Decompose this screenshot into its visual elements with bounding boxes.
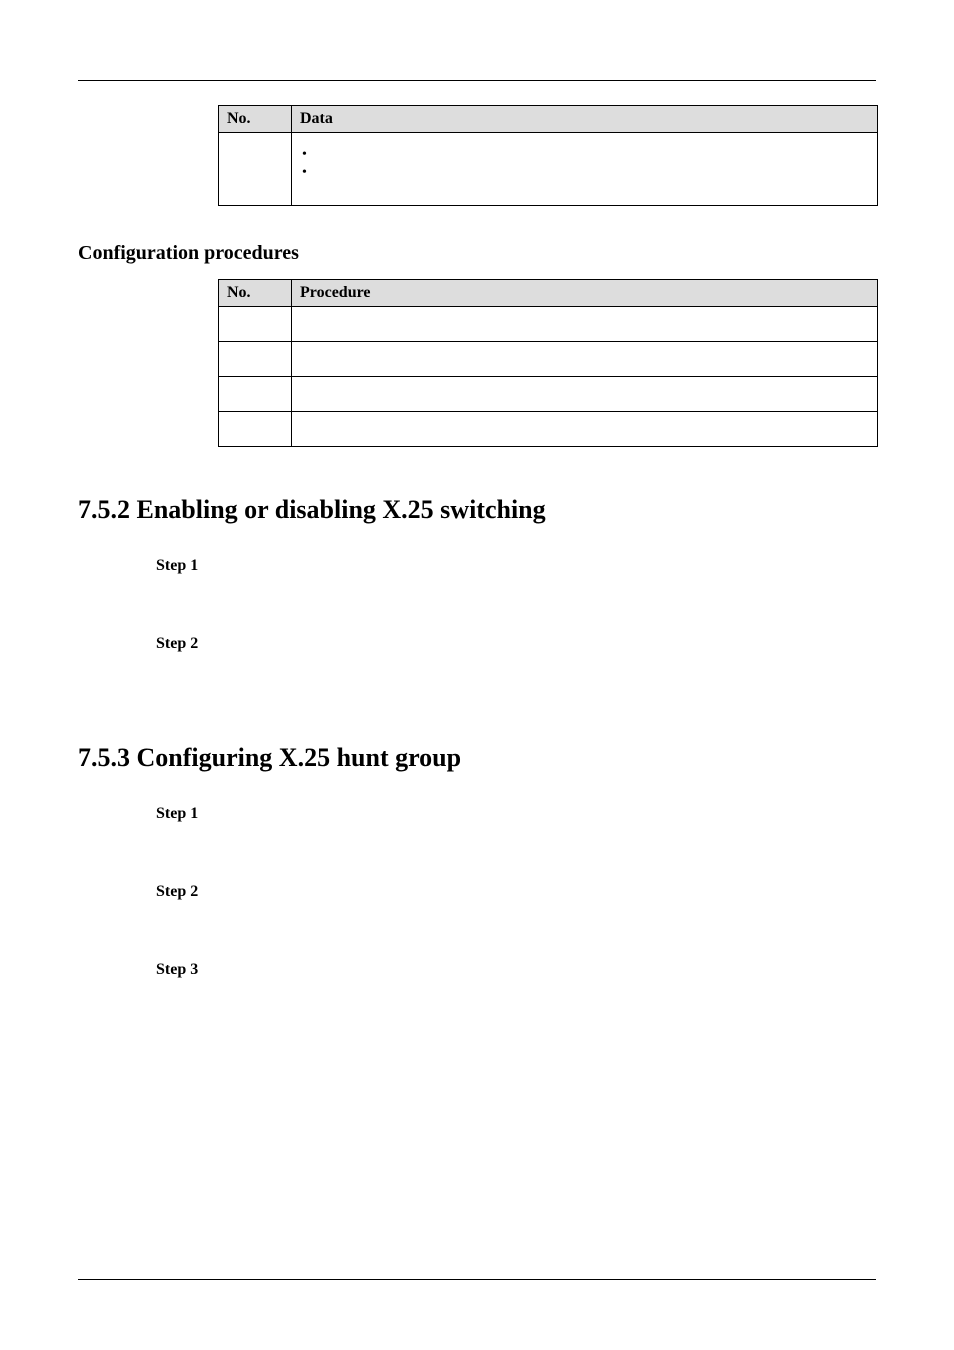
step-label: Step 3 <box>156 961 876 979</box>
data-table: No. Data <box>218 105 878 206</box>
procedures-cell-no <box>219 342 292 377</box>
data-table-header-no: No. <box>219 106 292 133</box>
procedures-cell-proc <box>292 377 878 412</box>
table-row <box>219 307 878 342</box>
table-row <box>219 412 878 447</box>
procedures-cell-proc <box>292 342 878 377</box>
step-label: Step 2 <box>156 883 876 901</box>
procedures-cell-proc <box>292 307 878 342</box>
table-row <box>219 133 878 206</box>
data-table-cell-data <box>292 133 878 206</box>
step-label: Step 1 <box>156 805 876 823</box>
section-7-5-3-heading: 7.5.3 Configuring X.25 hunt group <box>78 743 876 773</box>
top-rule <box>78 80 876 81</box>
data-table-header-data: Data <box>292 106 878 133</box>
bottom-rule <box>78 1279 876 1280</box>
table-row <box>219 342 878 377</box>
configuration-procedures-heading: Configuration procedures <box>78 242 876 265</box>
bullet-item <box>300 163 869 181</box>
procedures-table: No. Procedure <box>218 279 878 447</box>
section-7-5-2-heading: 7.5.2 Enabling or disabling X.25 switchi… <box>78 495 876 525</box>
procedures-cell-no <box>219 307 292 342</box>
procedures-cell-no <box>219 412 292 447</box>
procedures-header-no: No. <box>219 280 292 307</box>
table-row <box>219 377 878 412</box>
step-label: Step 1 <box>156 557 876 575</box>
procedures-cell-proc <box>292 412 878 447</box>
bullet-item <box>300 145 869 163</box>
procedures-cell-no <box>219 377 292 412</box>
data-table-cell-no <box>219 133 292 206</box>
step-label: Step 2 <box>156 635 876 653</box>
procedures-header-procedure: Procedure <box>292 280 878 307</box>
